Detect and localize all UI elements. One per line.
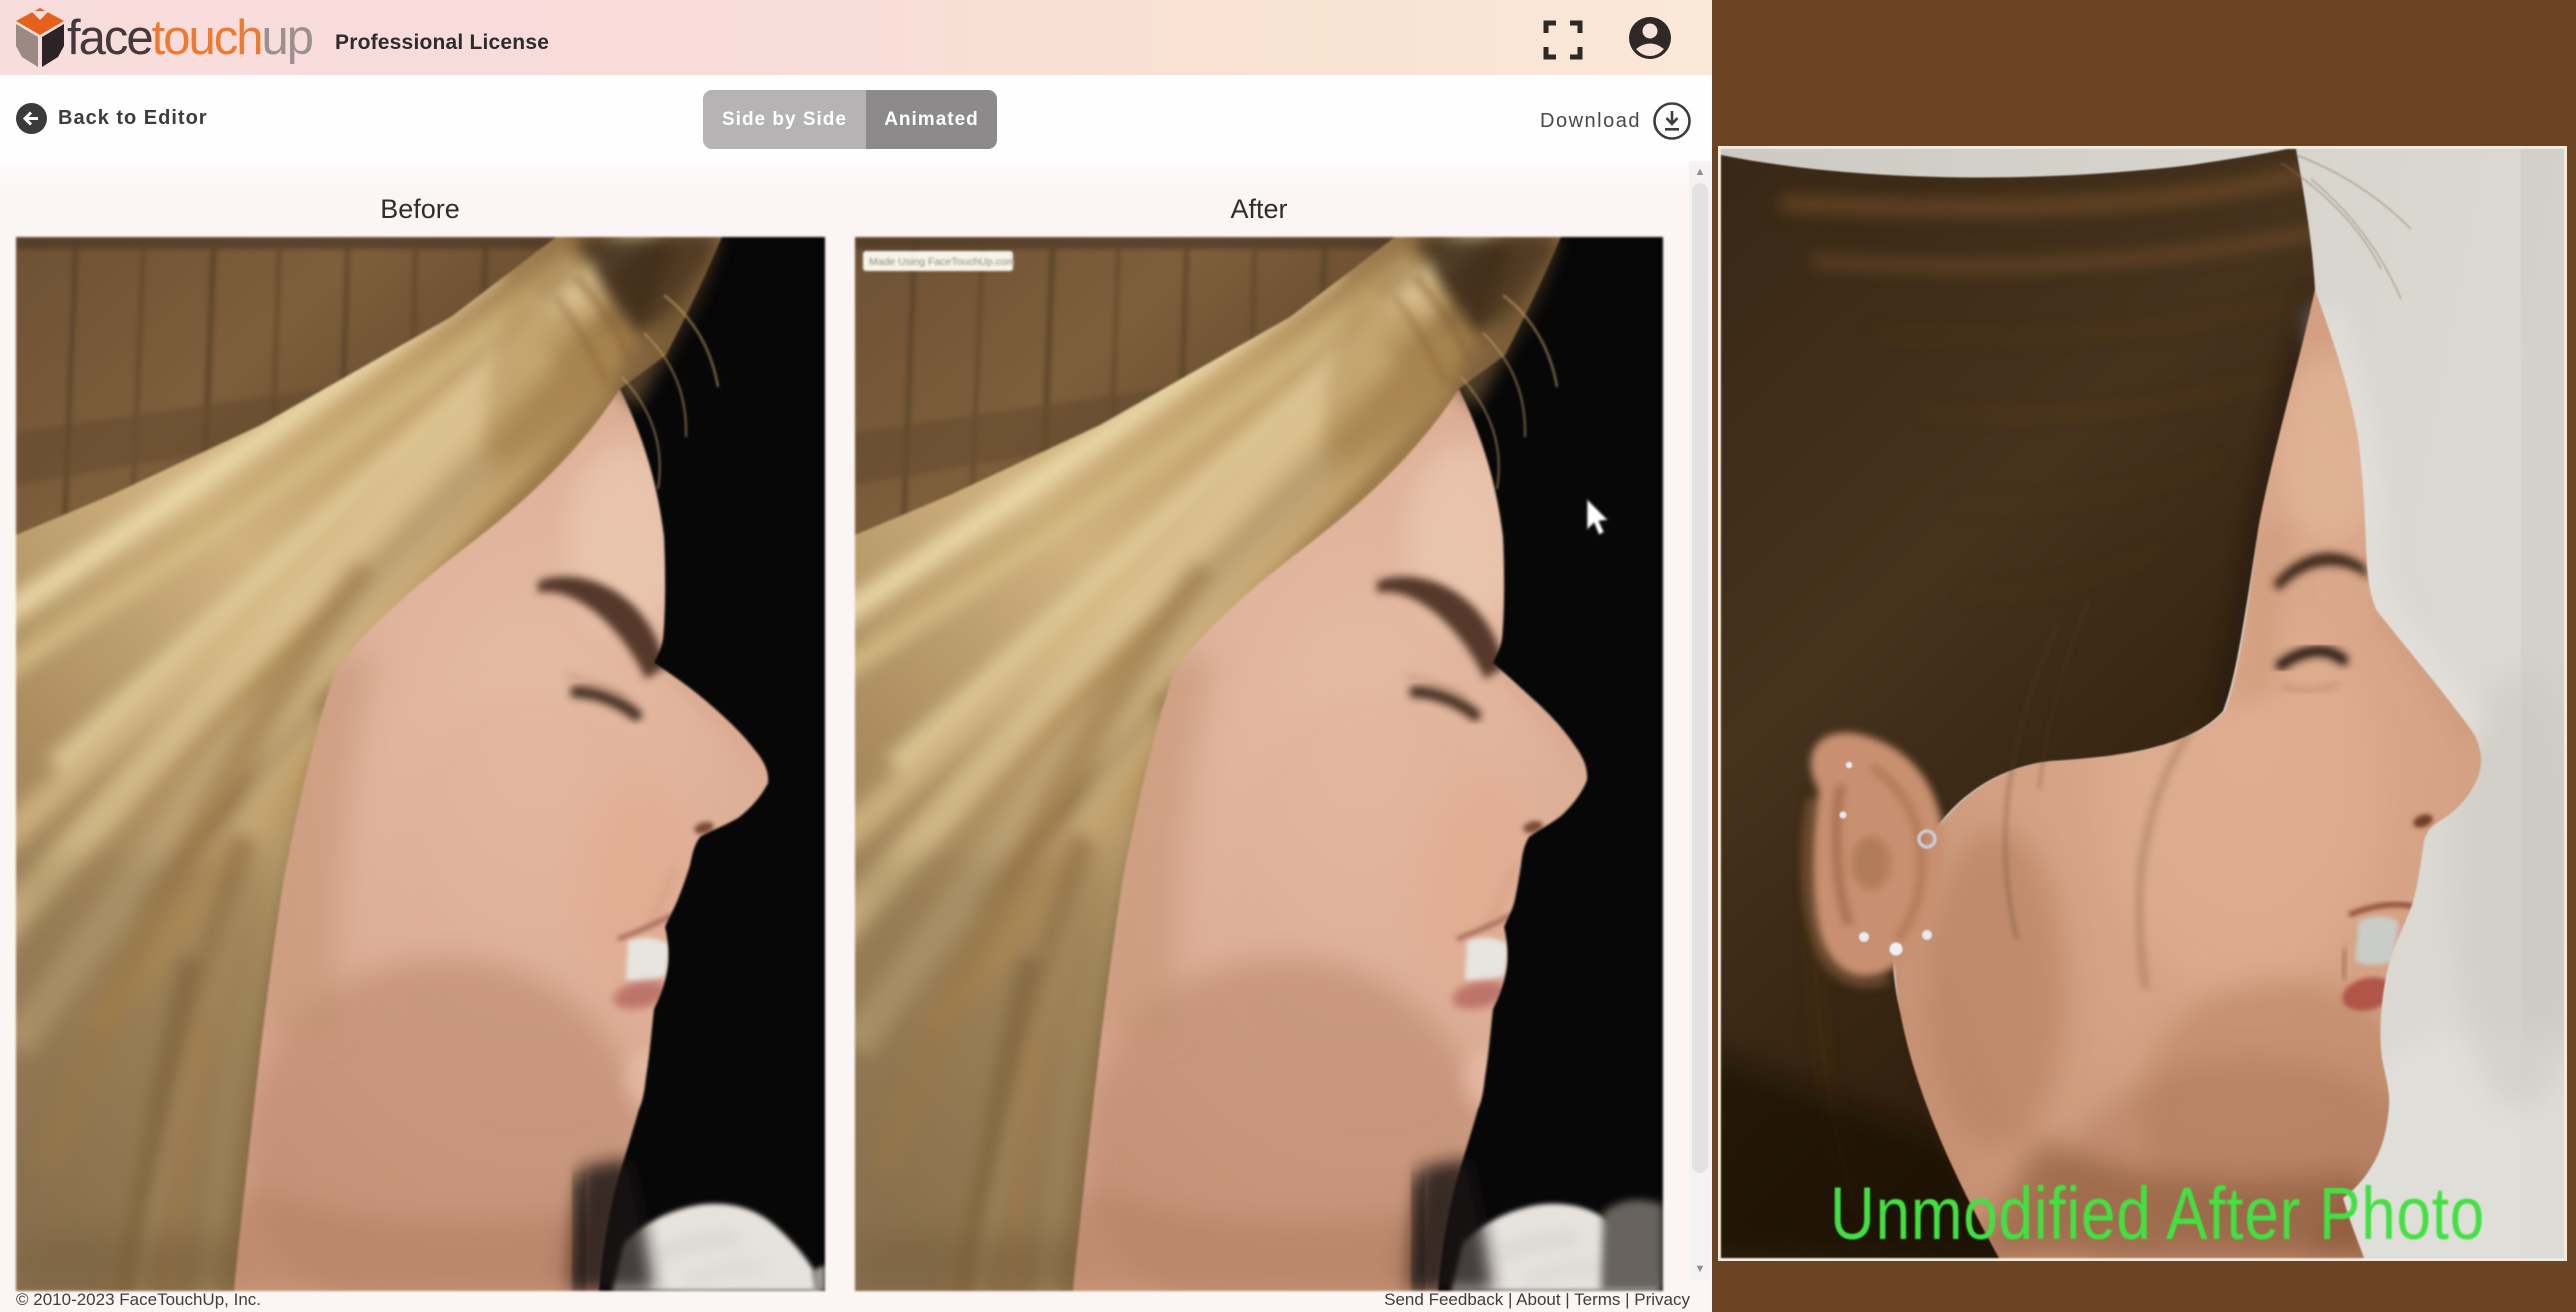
svg-text:Made Using FaceTouchUp.com: Made Using FaceTouchUp.com: [869, 256, 1016, 268]
svg-text:Unmodified After Photo: Unmodified After Photo: [1830, 1172, 2485, 1256]
